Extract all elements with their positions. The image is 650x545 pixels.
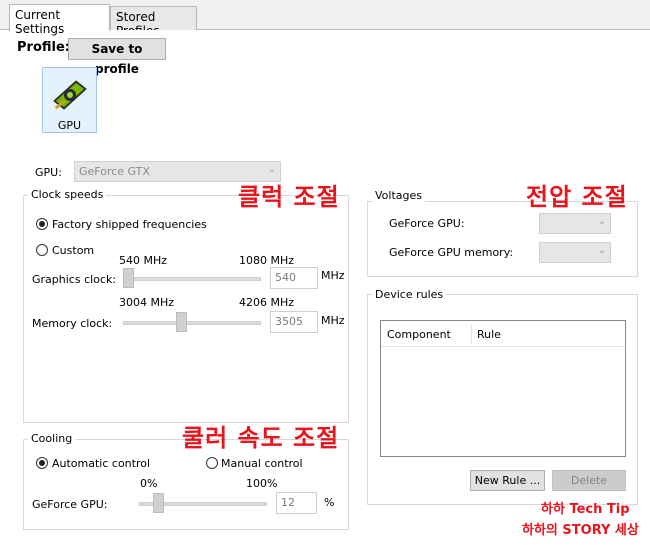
fan-speed-input[interactable]: 12 (276, 492, 317, 514)
column-header-component[interactable]: Component (387, 328, 451, 341)
new-rule-button[interactable]: New Rule ... (470, 470, 545, 491)
memory-clock-input[interactable]: 3505 (270, 311, 318, 333)
fan-annotation: 쿨러 속도 조절 (182, 424, 340, 452)
delete-button[interactable]: Delete (552, 470, 626, 491)
watermark-line-2: 하하의 STORY 세상 (522, 523, 639, 538)
memory-clock-unit: MHz (321, 314, 345, 327)
profile-label: Profile: (17, 40, 70, 55)
column-divider (471, 324, 472, 344)
tab-current-settings-label: Current Settings (15, 8, 65, 36)
chevron-down-icon: ⌄ (597, 216, 606, 227)
tab-bar: Current Settings Stored Profiles (0, 0, 650, 38)
fan-speed-max: 100% (246, 477, 278, 490)
fan-speed-unit: % (324, 496, 335, 509)
tab-stored-profiles[interactable]: Stored Profiles (110, 6, 197, 38)
device-rules-title: Device rules (372, 288, 447, 301)
voltage-memory-label: GeForce GPU memory: (389, 246, 514, 259)
voltages-title: Voltages (372, 189, 425, 202)
gpu-select-value: GeForce GTX (79, 165, 150, 178)
save-to-profile-button[interactable]: Save to profile (68, 38, 166, 76)
clock-speeds-title: Clock speeds (28, 188, 107, 201)
memory-clock-slider[interactable] (176, 312, 187, 332)
tab-current-settings[interactable]: Current Settings (9, 4, 110, 36)
graphics-clock-label: Graphics clock: (32, 273, 117, 286)
graphics-clock-min: 540 MHz (119, 254, 168, 267)
memory-clock-max: 4206 MHz (239, 296, 295, 309)
gpu-card-icon (53, 80, 87, 110)
factory-frequencies-label: Factory shipped frequencies (52, 218, 207, 231)
graphics-clock-track (123, 277, 261, 281)
graphics-clock-unit: MHz (321, 269, 345, 282)
automatic-control-radio[interactable] (36, 457, 48, 469)
manual-control-radio[interactable] (206, 457, 218, 469)
fan-speed-min: 0% (140, 477, 158, 490)
memory-clock-min: 3004 MHz (119, 296, 175, 309)
fan-speed-label: GeForce GPU: (32, 498, 108, 511)
memory-clock-track (123, 321, 261, 325)
voltage-memory-select[interactable]: ⌄ (539, 242, 611, 263)
voltage-gpu-select[interactable]: ⌄ (539, 213, 611, 234)
gpu-tile-label: GPU (57, 119, 82, 132)
device-rules-list[interactable]: Component Rule (380, 320, 626, 457)
voltage-gpu-label: GeForce GPU: (389, 217, 465, 230)
voltage-annotation: 전압 조절 (526, 183, 628, 211)
cooling-title: Cooling (28, 432, 76, 445)
clock-annotation: 클럭 조절 (238, 183, 340, 211)
factory-frequencies-radio[interactable] (36, 218, 48, 230)
gpu-select-label: GPU: (35, 166, 62, 179)
custom-clock-label: Custom (52, 244, 95, 257)
graphics-clock-slider[interactable] (123, 268, 134, 288)
manual-control-label: Manual control (221, 457, 303, 470)
gpu-tile[interactable]: GPU (42, 67, 97, 133)
chevron-down-icon: ⌄ (597, 245, 606, 256)
fan-speed-slider[interactable] (153, 493, 164, 513)
automatic-control-label: Automatic control (52, 457, 151, 470)
graphics-clock-input[interactable]: 540 (270, 267, 318, 289)
custom-clock-radio[interactable] (36, 244, 48, 256)
chevron-down-icon: ⌄ (267, 164, 276, 175)
graphics-clock-max: 1080 MHz (239, 254, 295, 267)
memory-clock-label: Memory clock: (32, 317, 113, 330)
watermark-line-1: 하하 Tech Tip (541, 502, 630, 517)
column-header-rule[interactable]: Rule (477, 328, 501, 341)
